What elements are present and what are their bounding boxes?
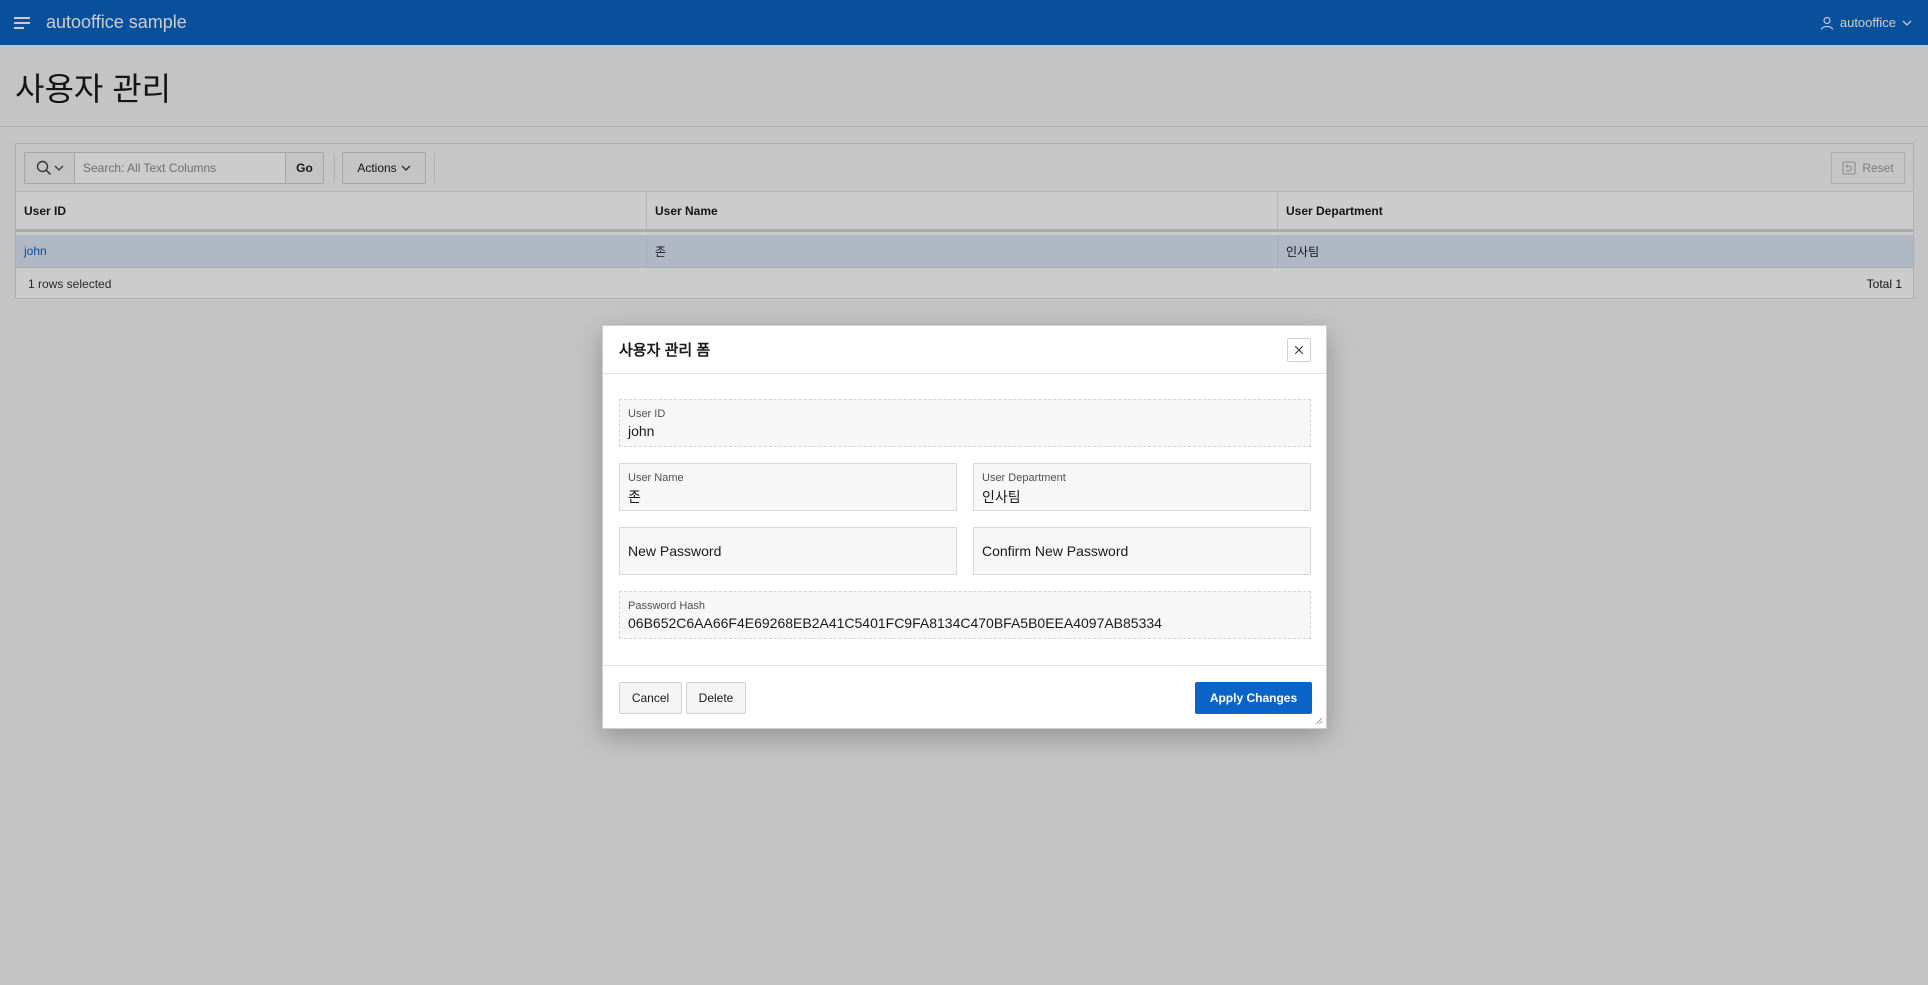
user-id-label: User ID	[628, 408, 666, 420]
dialog-footer: Cancel Delete Apply Changes	[603, 665, 1326, 729]
user-id-value: john	[628, 423, 655, 439]
dialog-title: 사용자 관리 폼	[619, 342, 711, 359]
user-name-field[interactable]: User Name 존	[619, 463, 957, 511]
password-hash-value: 06B652C6AA66F4E69268EB2A41C5401FC9FA8134…	[628, 615, 1162, 631]
resize-handle-icon[interactable]	[1315, 717, 1323, 725]
user-department-value[interactable]: 인사팀	[982, 487, 1302, 507]
user-name-value[interactable]: 존	[628, 487, 948, 507]
user-id-field: User ID john	[619, 399, 1311, 447]
new-password-field[interactable]: New Password	[619, 527, 957, 575]
cancel-button[interactable]: Cancel	[619, 682, 682, 714]
user-department-label: User Department	[982, 472, 1066, 484]
confirm-password-field[interactable]: Confirm New Password	[973, 527, 1311, 575]
dialog-header: 사용자 관리 폼	[603, 326, 1326, 374]
user-form-dialog: 사용자 관리 폼 User ID john User Name 존 User D…	[602, 325, 1327, 729]
user-name-label: User Name	[628, 472, 684, 484]
user-department-field[interactable]: User Department 인사팀	[973, 463, 1311, 511]
password-hash-field: Password Hash 06B652C6AA66F4E69268EB2A41…	[619, 591, 1311, 639]
close-icon	[1294, 345, 1304, 355]
apply-changes-button[interactable]: Apply Changes	[1195, 682, 1312, 714]
delete-button[interactable]: Delete	[686, 682, 746, 714]
confirm-password-label: Confirm New Password	[982, 543, 1129, 559]
close-button[interactable]	[1287, 338, 1311, 362]
password-hash-label: Password Hash	[628, 600, 706, 612]
new-password-label: New Password	[628, 543, 722, 559]
